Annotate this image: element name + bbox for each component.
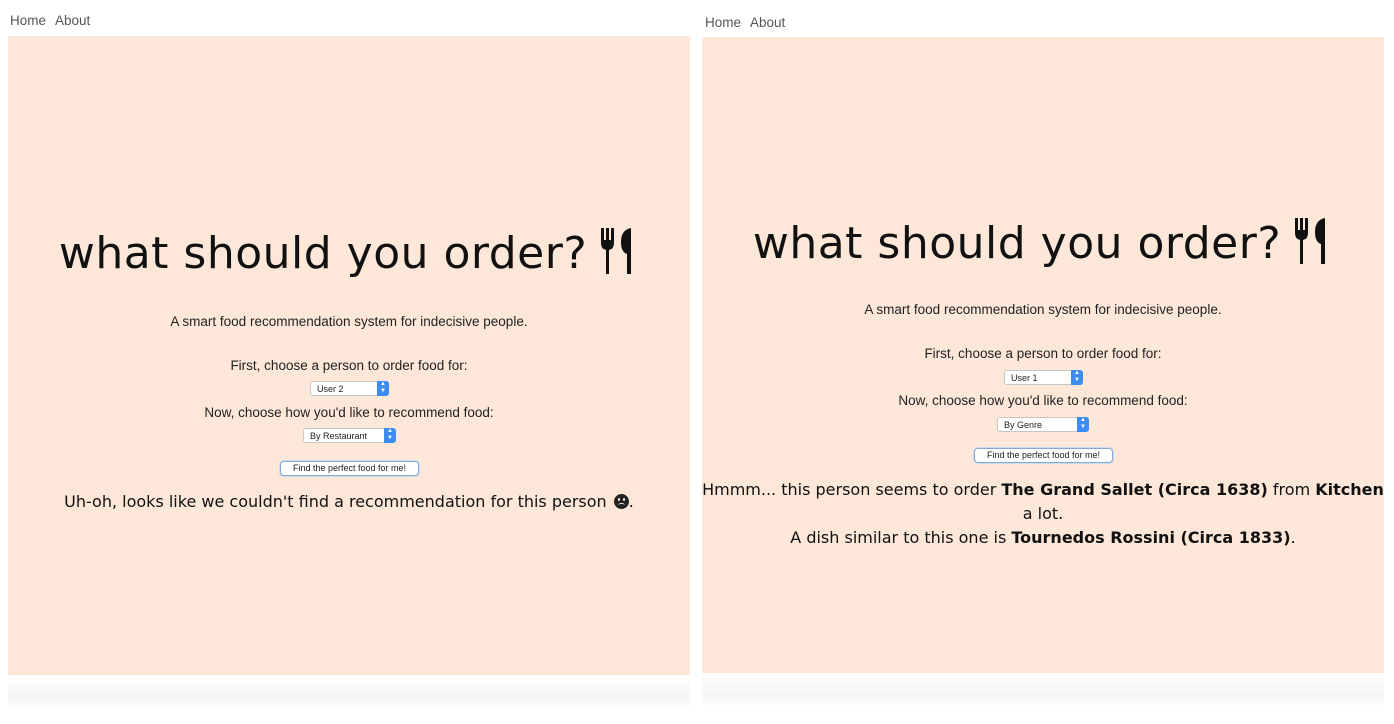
select-arrows-icon: ▲ ▼ (1077, 417, 1089, 432)
similar-dish: Tournedos Rossini (Circa 1833) (1011, 528, 1291, 547)
nav-home-link[interactable]: Home (705, 15, 741, 35)
result-message: Uh-oh, looks like we couldn't find a rec… (8, 490, 690, 514)
person-prompt: First, choose a person to order food for… (924, 346, 1162, 361)
left-screenshot: Home About what should you order? A smar… (8, 0, 692, 724)
person-prompt: First, choose a person to order food for… (230, 358, 468, 373)
subtitle: A smart food recommendation system for i… (864, 302, 1222, 317)
utensils-icon (599, 228, 639, 285)
result-text: from (1267, 480, 1316, 499)
result-text: Uh-oh, looks like we couldn't find a rec… (64, 492, 607, 511)
sad-face-icon (613, 494, 629, 509)
result-end: . (628, 492, 634, 511)
method-select[interactable]: By Restaurant ▲ ▼ (303, 428, 396, 443)
select-arrows-icon: ▲ ▼ (384, 428, 396, 443)
find-food-button[interactable]: Find the perfect food for me! (280, 461, 419, 476)
person-select[interactable]: User 1 ▲ ▼ (1004, 370, 1083, 385)
page-footer-strip (8, 676, 690, 708)
method-select-value: By Restaurant (310, 431, 368, 441)
nav-about-link[interactable]: About (55, 13, 90, 33)
top-nav: Home About (705, 15, 785, 35)
method-select-value: By Genre (1004, 420, 1043, 430)
page-footer-strip (702, 674, 1384, 706)
method-prompt: Now, choose how you'd like to recommend … (204, 405, 494, 420)
ordered-dish: The Grand Sallet (Circa 1638) (1001, 480, 1268, 499)
nav-home-link[interactable]: Home (10, 13, 46, 33)
result-text: Hmmm... this person seems to order (702, 480, 1002, 499)
person-select[interactable]: User 2 ▲ ▼ (310, 381, 389, 396)
page-title: what should you order? (8, 228, 690, 285)
select-arrows-icon: ▲ ▼ (1071, 370, 1083, 385)
result-text: A dish similar to this one is (790, 528, 1012, 547)
select-arrows-icon: ▲ ▼ (377, 381, 389, 396)
result-text: a lot. (1022, 504, 1064, 523)
right-screenshot: Home About what should you order? A smar… (702, 0, 1386, 724)
person-select-value: User 1 (1011, 373, 1038, 383)
top-nav: Home About (10, 13, 90, 33)
result-message: Hmmm... this person seems to order The G… (702, 478, 1384, 550)
restaurant-name: Kitchen (1315, 480, 1384, 499)
subtitle: A smart food recommendation system for i… (170, 314, 528, 329)
method-prompt: Now, choose how you'd like to recommend … (898, 393, 1188, 408)
utensils-icon (1293, 218, 1333, 275)
nav-about-link[interactable]: About (750, 15, 785, 35)
result-line-2: A dish similar to this one is Tournedos … (702, 526, 1384, 550)
person-select-value: User 2 (317, 384, 344, 394)
method-select[interactable]: By Genre ▲ ▼ (997, 417, 1089, 432)
result-text: . (1290, 528, 1296, 547)
result-line-1: Hmmm... this person seems to order The G… (702, 478, 1384, 526)
page-title-text: what should you order? (752, 218, 1282, 269)
page-title: what should you order? (702, 218, 1384, 275)
main-card (8, 36, 690, 675)
find-food-button[interactable]: Find the perfect food for me! (974, 448, 1113, 463)
page-title-text: what should you order? (58, 228, 588, 279)
